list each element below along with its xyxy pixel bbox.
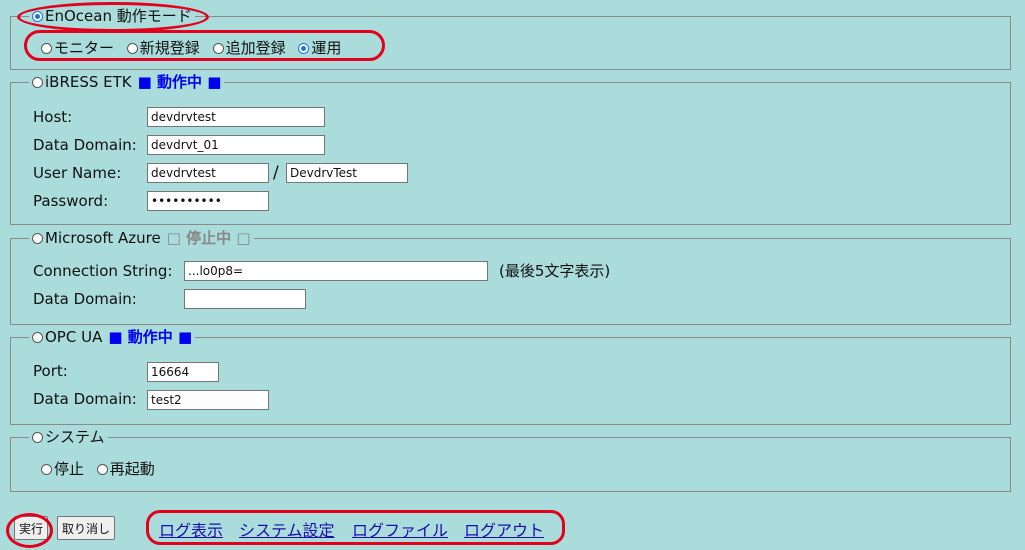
ibress-status: ■ 動作中 ■ <box>137 73 222 91</box>
mode-new-label[interactable]: 新規登録 <box>140 39 200 57</box>
ibress-fieldset: iBRESS ETK ■ 動作中 ■ Host: Data Domain: Us… <box>10 73 1011 225</box>
port-input[interactable] <box>147 362 219 382</box>
ibress-radio[interactable] <box>32 76 43 88</box>
system-option-group: 停止 再起動 <box>41 458 155 479</box>
ibress-legend-label: iBRESS ETK <box>45 73 132 91</box>
system-stop-label[interactable]: 停止 <box>54 460 84 478</box>
system-legend-label: システム <box>45 428 105 446</box>
opcua-fieldset: OPC UA ■ 動作中 ■ Port: Data Domain: <box>10 328 1011 425</box>
azure-legend[interactable]: Microsoft Azure □ 停止中 □ <box>29 229 254 247</box>
enocean-radio[interactable] <box>32 10 43 22</box>
user-name-input-2[interactable] <box>286 163 408 183</box>
mode-monitor-label[interactable]: モニター <box>54 39 114 57</box>
user-name-separator: / <box>273 163 279 183</box>
enocean-fieldset: EnOcean 動作モード モニター 新規登録 追加登録 運用 <box>10 7 1011 70</box>
port-label: Port: <box>33 362 68 380</box>
system-legend[interactable]: システム <box>29 428 108 446</box>
azure-fieldset: Microsoft Azure □ 停止中 □ Connection Strin… <box>10 229 1011 325</box>
password-label: Password: <box>33 192 109 210</box>
execute-button[interactable]: 実行 <box>14 516 49 540</box>
opcua-status: ■ 動作中 ■ <box>108 328 193 346</box>
system-restart-label[interactable]: 再起動 <box>110 460 155 478</box>
host-input[interactable] <box>147 107 325 127</box>
opcua-domain-label: Data Domain: <box>33 390 137 408</box>
ibress-domain-label: Data Domain: <box>33 136 137 154</box>
user-name-input[interactable] <box>147 163 269 183</box>
mode-operation-radio[interactable] <box>298 43 310 54</box>
host-label: Host: <box>33 108 73 126</box>
opcua-legend[interactable]: OPC UA ■ 動作中 ■ <box>29 328 196 346</box>
azure-domain-label: Data Domain: <box>33 290 137 308</box>
log-view-link[interactable]: ログ表示 <box>159 517 223 541</box>
log-file-link[interactable]: ログファイル <box>352 517 448 541</box>
mode-new-radio[interactable] <box>126 43 138 54</box>
opcua-legend-label: OPC UA <box>45 328 103 346</box>
cancel-button[interactable]: 取り消し <box>57 516 116 540</box>
system-settings-link[interactable]: システム設定 <box>239 517 335 541</box>
azure-radio[interactable] <box>32 232 43 244</box>
mode-add-radio[interactable] <box>212 43 224 54</box>
enocean-legend-label: EnOcean 動作モード <box>45 7 192 25</box>
azure-domain-input[interactable] <box>184 289 306 309</box>
connection-string-label: Connection String: <box>33 262 173 280</box>
azure-status: □ 停止中 □ <box>166 229 251 247</box>
system-stop-radio[interactable] <box>41 464 52 475</box>
system-restart-radio[interactable] <box>96 464 108 475</box>
password-input[interactable] <box>147 191 269 211</box>
logout-link[interactable]: ログアウト <box>464 517 544 541</box>
mode-add-label[interactable]: 追加登録 <box>226 39 286 57</box>
azure-legend-label: Microsoft Azure <box>45 229 161 247</box>
connection-string-input[interactable] <box>184 261 488 281</box>
ibress-domain-input[interactable] <box>147 135 325 155</box>
connection-string-note: (最後5文字表示) <box>499 262 611 280</box>
mode-operation-label[interactable]: 運用 <box>311 39 341 57</box>
opcua-domain-input[interactable] <box>147 390 269 410</box>
user-name-label: User Name: <box>33 164 122 182</box>
opcua-radio[interactable] <box>32 331 43 343</box>
mode-monitor-radio[interactable] <box>41 43 52 54</box>
enocean-mode-group: モニター 新規登録 追加登録 運用 <box>41 37 341 58</box>
system-radio[interactable] <box>32 431 43 443</box>
enocean-legend[interactable]: EnOcean 動作モード <box>29 7 195 25</box>
system-fieldset: システム 停止 再起動 <box>10 428 1011 492</box>
ibress-legend[interactable]: iBRESS ETK ■ 動作中 ■ <box>29 73 225 91</box>
